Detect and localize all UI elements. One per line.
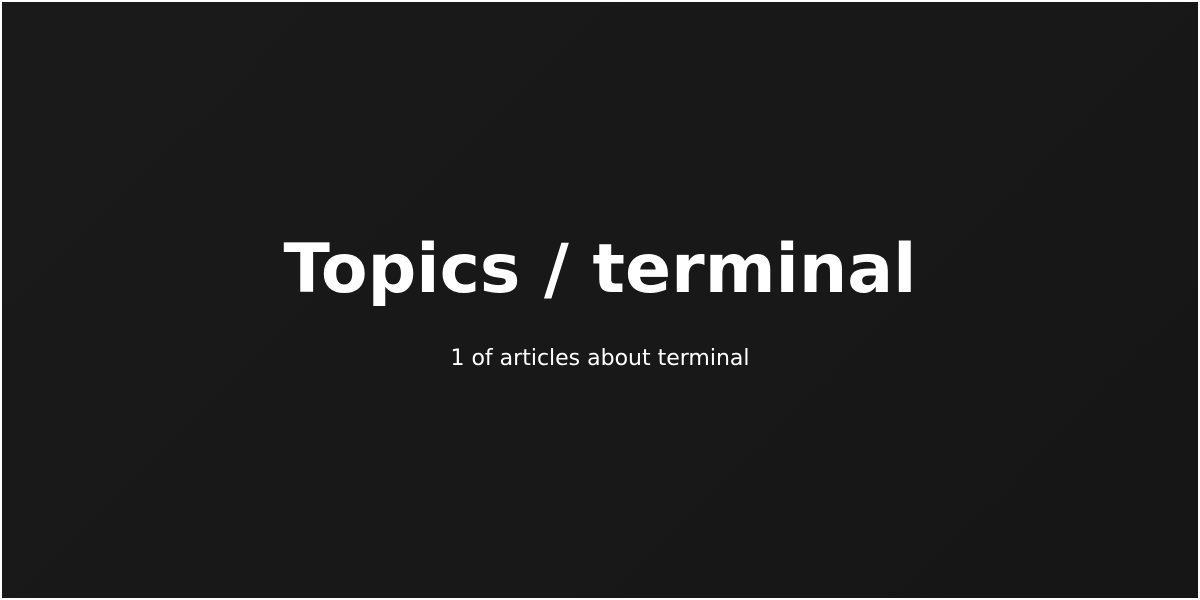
page-subtitle: 1 of articles about terminal [450, 346, 750, 371]
og-card: Topics / terminal 1 of articles about te… [2, 2, 1198, 598]
page-title: Topics / terminal [283, 230, 917, 309]
